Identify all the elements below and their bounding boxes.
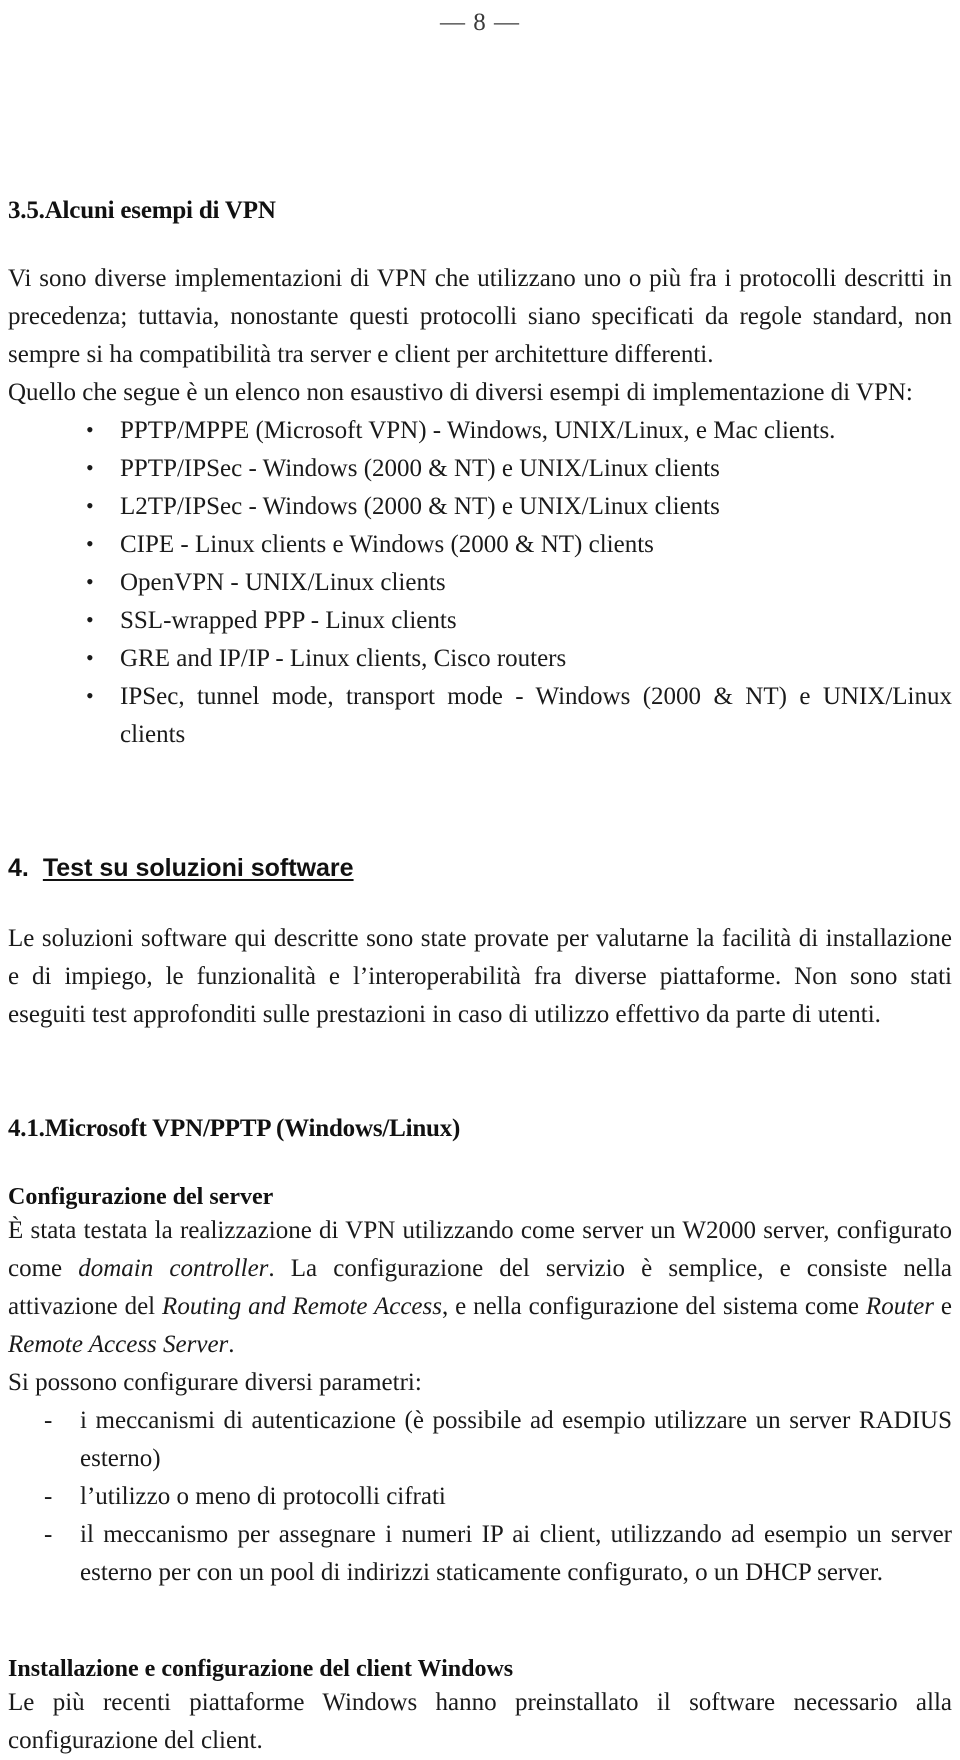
server-text-part-3: , e nella configurazione del sistema com… — [441, 1293, 866, 1320]
server-text-part-4: e — [933, 1293, 952, 1320]
subheading-server-config: Configurazione del server — [8, 1184, 274, 1210]
paragraph-3-5-1: Vi sono diverse implementazioni di VPN c… — [8, 265, 952, 368]
server-italic-remote-access-server: Remote Access Server — [8, 1331, 229, 1358]
heading-4-number: 4. — [8, 854, 29, 882]
paragraph-params-intro: Si possono configurare diversi parametri… — [8, 1369, 422, 1396]
heading-4-1: 4.1.Microsoft VPN/PPTP (Windows/Linux) — [8, 1114, 952, 1144]
heading-3-5: 3.5.Alcuni esempi di VPN — [8, 196, 952, 226]
spacer-before-section-4-1 — [8, 1034, 952, 1114]
list-item: PPTP/MPPE (Microsoft VPN) - Windows, UNI… — [8, 411, 952, 450]
server-text-part-5: . — [228, 1331, 235, 1358]
server-italic-domain-controller: domain controller — [78, 1255, 269, 1282]
list-item: IPSec, tunnel mode, transport mode - Win… — [8, 677, 952, 754]
list-item: l’utilizzo o meno di protocolli cifrati — [8, 1478, 952, 1516]
list-item: L2TP/IPSec - Windows (2000 & NT) e UNIX/… — [8, 487, 952, 526]
server-italic-routing-remote-access: Routing and Remote Access — [162, 1293, 442, 1320]
list-item: OpenVPN - UNIX/Linux clients — [8, 563, 952, 602]
heading-4: 4. Test su soluzioni software — [8, 852, 952, 884]
list-item: SSL-wrapped PPP - Linux clients — [8, 601, 952, 640]
spacer-after-heading-3-5 — [8, 226, 952, 260]
paragraph-4-1: Le soluzioni software qui descritte sono… — [8, 925, 952, 1028]
server-italic-router: Router — [865, 1293, 934, 1320]
server-parameters-list: i meccanismi di autenticazione (è possib… — [8, 1402, 952, 1592]
paragraph-server-config: È stata testata la realizzazione di VPN … — [8, 1212, 952, 1364]
document-page: — 8 — 3.5.Alcuni esempi di VPN Vi sono d… — [0, 0, 960, 1754]
spacer-after-heading-4-1 — [8, 1144, 952, 1182]
list-item: CIPE - Linux clients e Windows (2000 & N… — [8, 525, 952, 564]
vpn-examples-list: PPTP/MPPE (Microsoft VPN) - Windows, UNI… — [8, 411, 952, 754]
list-item: GRE and IP/IP - Linux clients, Cisco rou… — [8, 639, 952, 678]
heading-4-1-number: 4.1. — [8, 1115, 45, 1142]
top-spacer — [8, 46, 952, 196]
list-item: il meccanismo per assegnare i numeri IP … — [8, 1516, 952, 1592]
list-item: PPTP/IPSec - Windows (2000 & NT) e UNIX/… — [8, 449, 952, 488]
list-item: i meccanismi di autenticazione (è possib… — [8, 1402, 952, 1478]
paragraph-3-5-2: Quello che segue è un elenco non esausti… — [8, 379, 913, 406]
paragraph-client-install: Le più recenti piattaforme Windows hanno… — [8, 1689, 952, 1754]
heading-3-5-title: Alcuni esempi di VPN — [44, 197, 276, 224]
heading-4-title: Test su soluzioni software — [42, 854, 354, 882]
spacer-after-heading-4 — [8, 884, 952, 920]
heading-4-1-title: Microsoft VPN/PPTP (Windows/Linux) — [44, 1115, 461, 1142]
subheading-client-install: Installazione e configurazione del clien… — [8, 1656, 514, 1682]
page-number: — 8 — — [440, 9, 520, 36]
spacer-before-section-4 — [8, 754, 952, 852]
spacer-before-client-section — [8, 1592, 952, 1654]
heading-3-5-number: 3.5. — [8, 197, 45, 224]
